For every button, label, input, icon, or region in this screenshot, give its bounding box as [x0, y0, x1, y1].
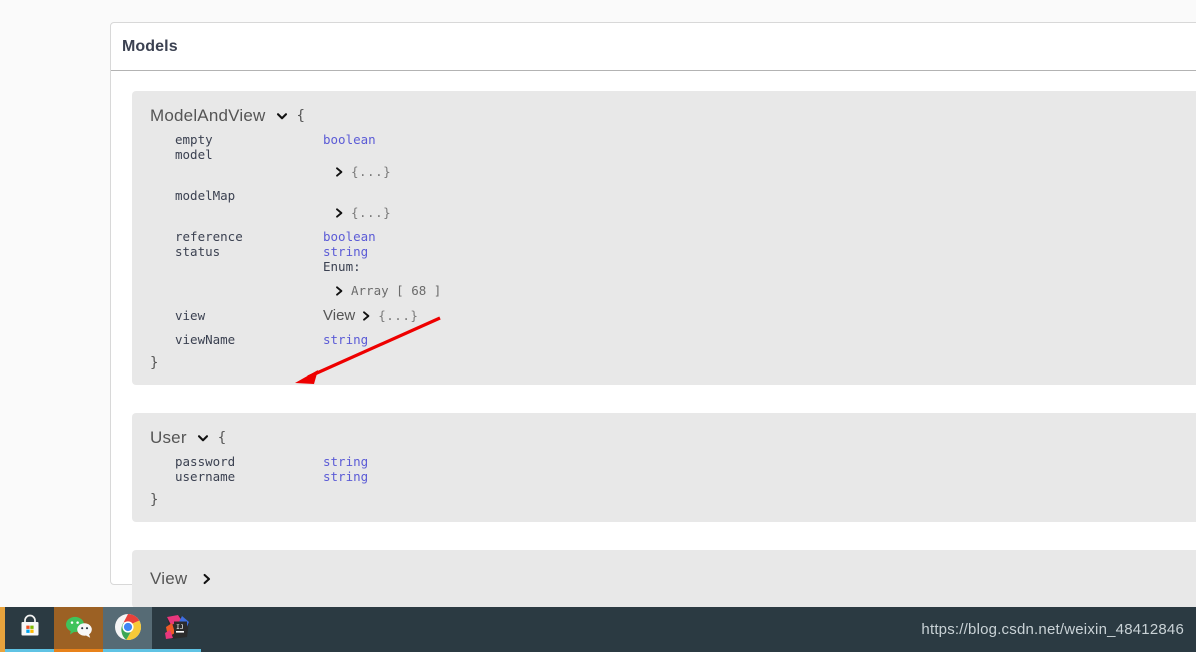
property-name: modelMap — [175, 188, 236, 203]
chevron-down-icon[interactable] — [196, 431, 210, 445]
chevron-right-icon[interactable] — [334, 207, 345, 219]
property-row: status string — [175, 244, 1192, 259]
property-row: view View {...} — [175, 308, 1192, 323]
property-type: string — [323, 454, 369, 469]
expand-placeholder: {...} — [351, 164, 392, 179]
property-type: string — [323, 332, 369, 347]
taskbar: IJ https://blog.csdn.net/weixin_48412846 — [0, 607, 1196, 652]
watermark-url: https://blog.csdn.net/weixin_48412846 — [921, 621, 1184, 638]
property-name: model — [175, 147, 213, 162]
models-card: Models ModelAndView { empty boolean mode… — [110, 22, 1196, 608]
model-name: ModelAndView — [150, 106, 266, 125]
chevron-right-icon[interactable] — [334, 285, 345, 297]
model-toggle-view[interactable]: View — [150, 568, 1192, 590]
idea-icon: IJ — [163, 613, 191, 646]
model-toggle-user[interactable]: User { — [150, 427, 1192, 449]
svg-text:IJ: IJ — [176, 623, 184, 631]
property-type: boolean — [323, 132, 376, 147]
model-block-view: View — [132, 550, 1196, 608]
models-card-header: Models — [111, 23, 1196, 71]
property-row: viewName string — [175, 332, 1192, 347]
model-block-modelandview: ModelAndView { empty boolean model {...}… — [132, 91, 1196, 385]
chevron-right-icon[interactable] — [361, 310, 372, 322]
store-icon — [17, 614, 43, 645]
property-expand-row[interactable]: {...} — [175, 164, 1192, 179]
property-expand-row[interactable]: {...} — [175, 205, 1192, 220]
wechat-icon — [64, 614, 94, 645]
taskbar-item-microsoft-store[interactable] — [5, 607, 54, 652]
brace-close: } — [150, 492, 159, 508]
enum-array-label: Array [ 68 ] — [351, 283, 442, 298]
expand-enum-array[interactable]: Array [ 68 ] — [323, 283, 441, 298]
property-row: modelMap — [175, 188, 1192, 203]
property-row: password string — [175, 454, 1192, 469]
property-list-user: password string username string — [150, 454, 1192, 484]
expand-view-type[interactable]: View {...} — [323, 308, 418, 323]
property-enum-array-row[interactable]: Array [ 68 ] — [175, 283, 1192, 298]
taskbar-item-intellij-idea[interactable]: IJ — [152, 607, 201, 652]
model-name: User — [150, 428, 187, 447]
chrome-icon — [114, 613, 142, 646]
property-row: reference boolean — [175, 229, 1192, 244]
property-type-name: View — [323, 307, 356, 324]
property-name: username — [175, 469, 236, 484]
property-name: empty — [175, 132, 213, 147]
property-type: string — [323, 244, 369, 259]
taskbar-item-wechat[interactable] — [54, 607, 103, 652]
property-name: password — [175, 454, 236, 469]
expand-modelmap[interactable]: {...} — [323, 205, 391, 220]
model-toggle-modelandview[interactable]: ModelAndView { — [150, 105, 1192, 127]
property-enum-label-row: Enum: — [175, 259, 1192, 274]
expand-placeholder: {...} — [378, 308, 419, 323]
property-row: model — [175, 147, 1192, 162]
page-title: Models — [122, 37, 178, 55]
property-row: username string — [175, 469, 1192, 484]
property-list-modelandview: empty boolean model {...} modelMap {...}… — [150, 132, 1192, 347]
property-name: status — [175, 244, 221, 259]
chevron-right-icon[interactable] — [200, 572, 214, 586]
expand-model[interactable]: {...} — [323, 164, 391, 179]
chevron-right-icon[interactable] — [334, 166, 345, 178]
model-block-user: User { password string username string} — [132, 413, 1196, 522]
property-type: string — [323, 469, 369, 484]
models-list: ModelAndView { empty boolean model {...}… — [111, 71, 1196, 608]
brace-close: } — [150, 355, 159, 371]
brace-open: { — [296, 108, 305, 124]
chevron-down-icon[interactable] — [275, 109, 289, 123]
property-row: empty boolean — [175, 132, 1192, 147]
expand-placeholder: {...} — [351, 205, 392, 220]
model-name: View — [150, 569, 188, 588]
property-name: reference — [175, 229, 243, 244]
property-type: boolean — [323, 229, 376, 244]
property-name: viewName — [175, 332, 236, 347]
enum-label: Enum: — [323, 259, 361, 274]
brace-open: { — [217, 430, 227, 446]
property-name: view — [175, 308, 206, 323]
taskbar-item-google-chrome[interactable] — [103, 607, 152, 652]
